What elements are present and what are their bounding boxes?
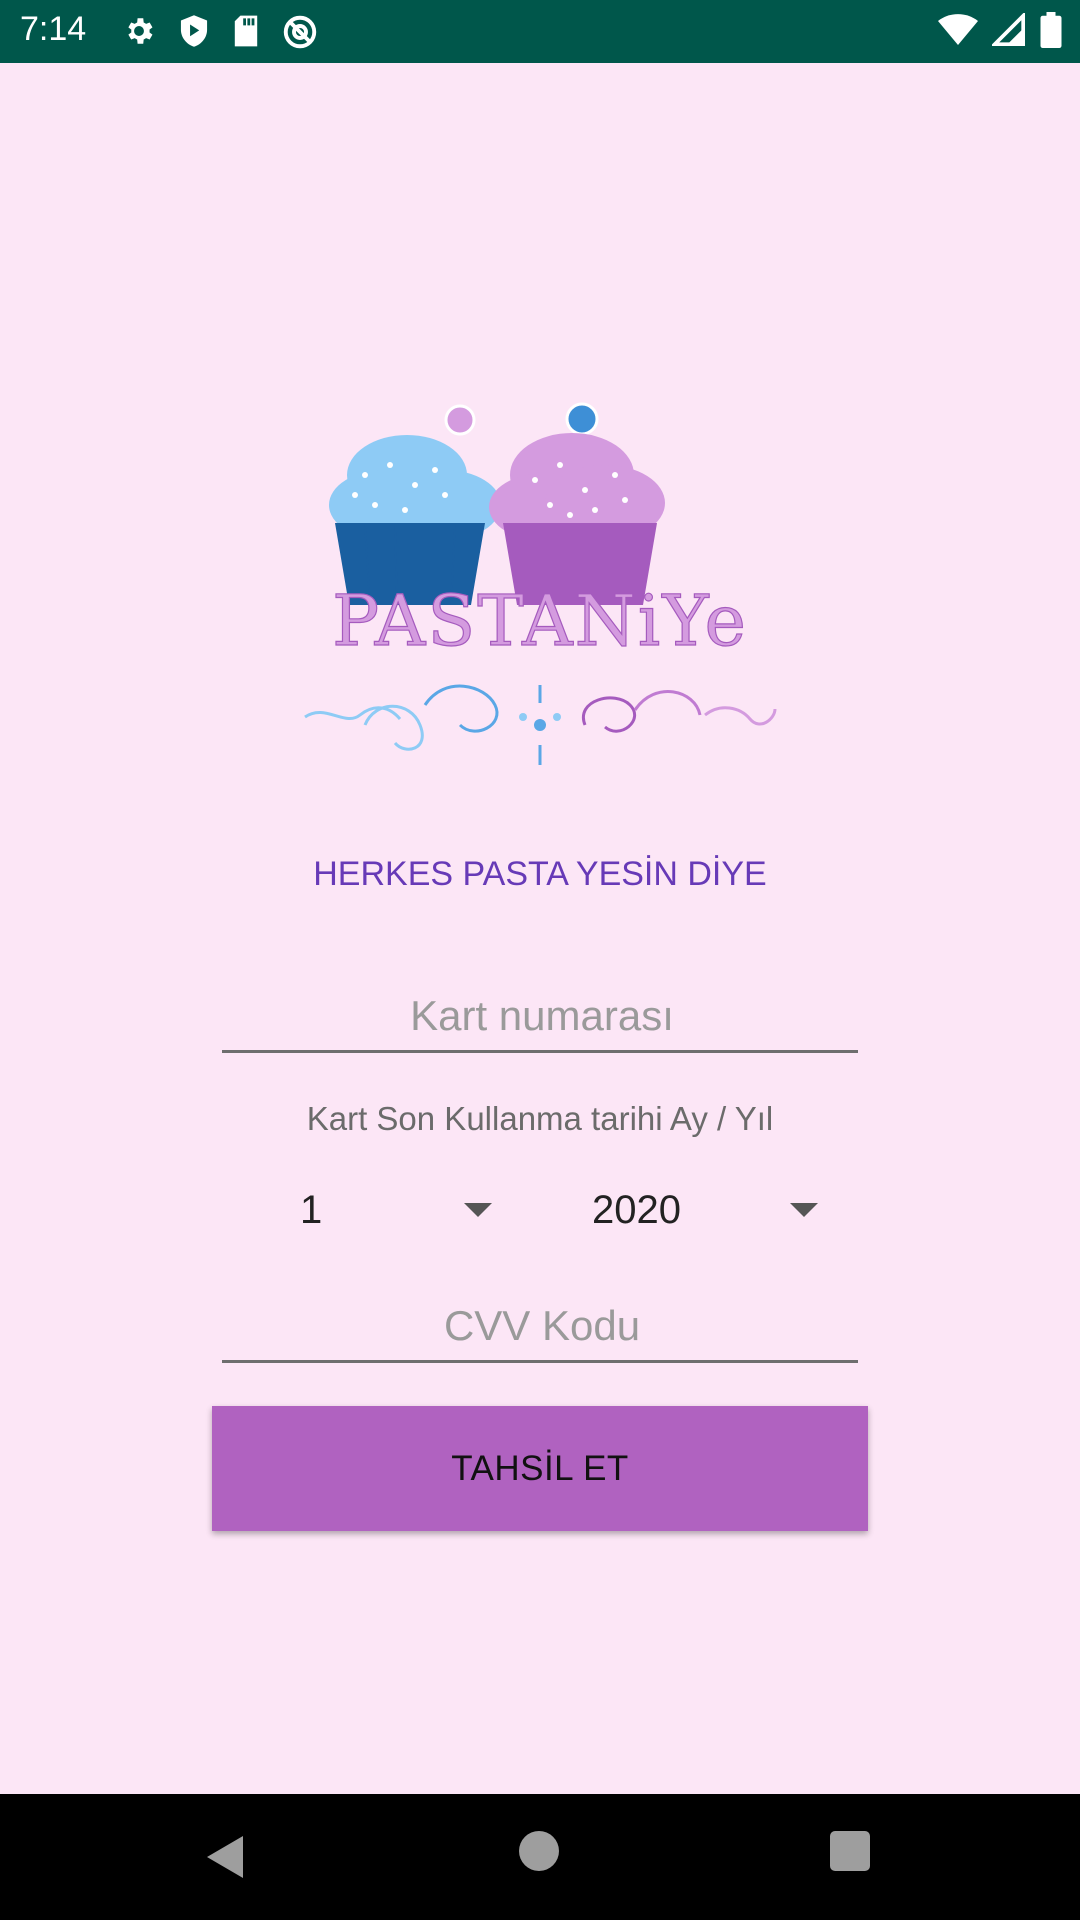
dropdown-arrow-icon — [464, 1203, 492, 1217]
at-sign-icon — [282, 14, 318, 50]
cell-signal-icon — [992, 13, 1026, 47]
back-icon[interactable] — [205, 1834, 245, 1885]
status-right-icons — [938, 12, 1062, 48]
swirl-ornament-icon — [304, 684, 777, 765]
cvv-input[interactable] — [222, 1290, 862, 1362]
expiry-label: Kart Son Kullanma tarihi Ay / Yıl — [306, 1100, 774, 1137]
expiry-year-spinner[interactable]: 2020 — [592, 1180, 818, 1240]
cvv-field[interactable] — [222, 1290, 862, 1363]
status-time: 7:14 — [20, 10, 87, 48]
expiry-month-spinner[interactable]: 1 — [300, 1180, 492, 1240]
wifi-icon — [938, 13, 978, 47]
purple-cupcake-icon — [489, 402, 665, 605]
collect-payment-button[interactable]: TAHSİL ET — [212, 1406, 868, 1531]
tagline: HERKES PASTA YESİN DİYE — [313, 855, 767, 893]
recents-icon[interactable] — [830, 1831, 870, 1871]
navigation-bar — [0, 1794, 1080, 1920]
sd-card-icon — [232, 14, 260, 50]
home-icon[interactable] — [519, 1831, 559, 1871]
expiry-year-value: 2020 — [592, 1187, 681, 1232]
blue-cupcake-icon — [329, 404, 501, 606]
shield-play-icon — [178, 14, 210, 50]
battery-icon — [1040, 12, 1062, 48]
status-bar: 7:14 — [0, 0, 1080, 63]
pastaniye-logo: PASTANiYe — [295, 395, 785, 775]
dropdown-arrow-icon — [790, 1203, 818, 1217]
gear-icon — [122, 14, 156, 50]
expiry-month-value: 1 — [300, 1187, 323, 1232]
card-number-input[interactable] — [222, 980, 862, 1052]
card-number-field[interactable] — [222, 980, 862, 1053]
status-left-icons — [122, 14, 318, 50]
brand-wordmark: PASTANiYe — [332, 580, 748, 662]
